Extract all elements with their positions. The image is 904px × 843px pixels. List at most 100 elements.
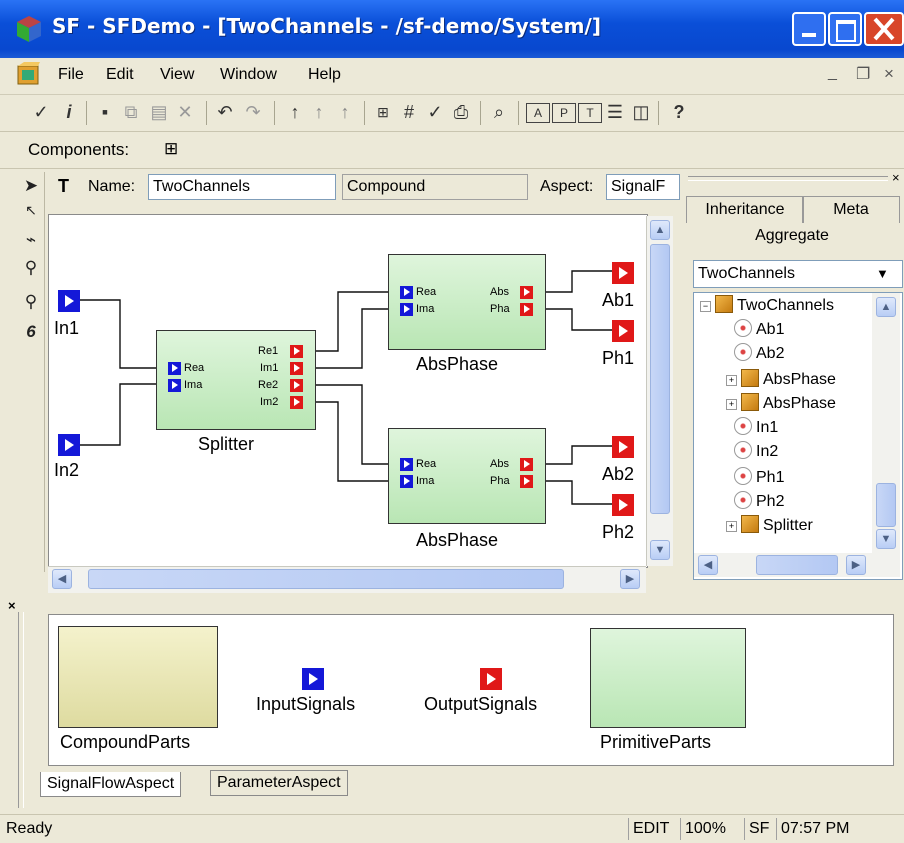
input-signal-in2[interactable]: [58, 434, 80, 456]
model-icon: [741, 369, 759, 387]
tree-item-label: In2: [756, 443, 779, 460]
absphase1-port-rea[interactable]: [400, 286, 413, 299]
tree-scroll-left-button[interactable]: ◀: [698, 555, 718, 575]
splitter-port-re2-label: Re2: [258, 379, 279, 391]
atom-icon: [734, 491, 752, 509]
tree-item[interactable]: + AbsPhase: [726, 393, 836, 417]
ph1-label: Ph1: [602, 348, 635, 368]
status-text: Ready: [6, 820, 53, 837]
splitter-port-rea-label: Rea: [184, 362, 205, 374]
scroll-up-button[interactable]: ▲: [650, 220, 670, 240]
tree-item[interactable]: − TwoChannels: [700, 295, 834, 319]
in1-label: In1: [54, 318, 80, 338]
output-signal-ph2[interactable]: [612, 494, 634, 516]
absphase1-port-pha-label: Pha: [490, 303, 510, 315]
absphase1-port-pha[interactable]: [520, 303, 533, 316]
tree-expander[interactable]: +: [726, 521, 737, 532]
tree-scroll-up-button[interactable]: ▲: [876, 297, 896, 317]
browser-close-icon[interactable]: ×: [892, 170, 900, 185]
tree-vertical-thumb[interactable]: [876, 483, 896, 527]
tree-item[interactable]: In1: [734, 417, 778, 441]
output-signal-ph1[interactable]: [612, 320, 634, 342]
tree-expander[interactable]: +: [726, 399, 737, 410]
tree-item[interactable]: In2: [734, 441, 778, 465]
splitter-port-im1[interactable]: [290, 362, 303, 375]
scroll-right-button[interactable]: ▶: [620, 569, 640, 589]
tab-aggregate[interactable]: Aggregate: [686, 222, 898, 252]
absphase2-port-pha[interactable]: [520, 475, 533, 488]
absphase1-label: AbsPhase: [416, 354, 499, 374]
output-signal-ab2[interactable]: [612, 436, 634, 458]
splitter-port-rea[interactable]: [168, 362, 181, 375]
tree-expander[interactable]: −: [700, 301, 711, 312]
atom-icon: [734, 467, 752, 485]
tree-item[interactable]: + Splitter: [726, 515, 813, 539]
splitter-port-ima[interactable]: [168, 379, 181, 392]
absphase2-port-abs-label: Abs: [490, 458, 509, 470]
tree-item-label: Ph1: [756, 469, 785, 486]
splitter-port-re1[interactable]: [290, 345, 303, 358]
absphase2-port-rea[interactable]: [400, 458, 413, 471]
absphase2-port-pha-label: Pha: [490, 475, 510, 487]
atom-icon: [734, 319, 752, 337]
tree-scroll-down-button[interactable]: ▼: [876, 529, 896, 549]
splitter-port-im2-label: Im2: [260, 396, 279, 408]
tree-item[interactable]: Ab1: [734, 319, 784, 343]
tree-item[interactable]: Ph1: [734, 467, 784, 491]
absphase2-port-rea-label: Rea: [416, 458, 437, 470]
absphase1-port-ima[interactable]: [400, 303, 413, 316]
absphase1-port-abs[interactable]: [520, 286, 533, 299]
primitive-parts-part[interactable]: [590, 628, 746, 728]
tree-scroll-right-button[interactable]: ▶: [846, 555, 866, 575]
absphase2-label: AbsPhase: [416, 530, 499, 550]
status-mode: EDIT: [628, 818, 669, 840]
browser-combo[interactable]: [693, 260, 903, 288]
input-signals-part[interactable]: [302, 668, 324, 690]
absphase1-port-ima-label: Ima: [416, 303, 435, 315]
tree-item-label: AbsPhase: [763, 371, 836, 388]
absphase-model-1[interactable]: [388, 254, 546, 350]
scroll-down-button[interactable]: ▼: [650, 540, 670, 560]
input-signal-in1[interactable]: [58, 290, 80, 312]
splitter-port-re2[interactable]: [290, 379, 303, 392]
absphase2-port-ima-label: Ima: [416, 475, 435, 487]
tree-item[interactable]: + AbsPhase: [726, 369, 836, 393]
canvas-horizontal-thumb[interactable]: [88, 569, 564, 589]
model-icon: [741, 515, 759, 533]
partbrowser-close-icon[interactable]: ×: [8, 598, 16, 613]
tree-horizontal-thumb[interactable]: [756, 555, 838, 575]
scroll-left-button[interactable]: ◀: [52, 569, 72, 589]
tree-item[interactable]: Ph2: [734, 491, 784, 515]
output-signal-ab1[interactable]: [612, 262, 634, 284]
partbrowser-grip: [18, 612, 24, 808]
tab-meta[interactable]: Meta: [802, 196, 900, 223]
compound-parts-part[interactable]: [58, 626, 218, 728]
absphase2-port-abs[interactable]: [520, 458, 533, 471]
aggregate-tree[interactable]: − TwoChannels Ab1 Ab2 + AbsPhase + AbsPhase…: [693, 292, 903, 580]
tree-expander[interactable]: +: [726, 375, 737, 386]
tab-inheritance[interactable]: Inheritance: [686, 196, 804, 223]
splitter-port-im2[interactable]: [290, 396, 303, 409]
status-zoom: 100%: [680, 818, 726, 840]
splitter-label: Splitter: [198, 434, 255, 454]
tree-item-label: AbsPhase: [763, 395, 836, 412]
chevron-down-icon[interactable]: ▼: [876, 266, 889, 281]
absphase1-port-rea-label: Rea: [416, 286, 437, 298]
tab-signal-flow-aspect[interactable]: SignalFlowAspect: [40, 772, 182, 797]
atom-icon: [734, 417, 752, 435]
atom-icon: [734, 441, 752, 459]
absphase2-port-ima[interactable]: [400, 475, 413, 488]
ph2-label: Ph2: [602, 522, 635, 542]
tree-item-label: Ph2: [756, 493, 785, 510]
status-time: 07:57 PM: [776, 818, 849, 840]
tree-item-label: TwoChannels: [737, 297, 834, 314]
tree-item-label: Ab1: [756, 321, 785, 338]
input-signals-label: InputSignals: [256, 694, 356, 714]
ab2-label: Ab2: [602, 464, 635, 484]
tree-item[interactable]: Ab2: [734, 343, 784, 367]
tab-parameter-aspect[interactable]: ParameterAspect: [210, 770, 348, 796]
canvas-vertical-thumb[interactable]: [650, 244, 670, 514]
output-signals-label: OutputSignals: [424, 694, 538, 714]
output-signals-part[interactable]: [480, 668, 502, 690]
model-icon: [741, 393, 759, 411]
